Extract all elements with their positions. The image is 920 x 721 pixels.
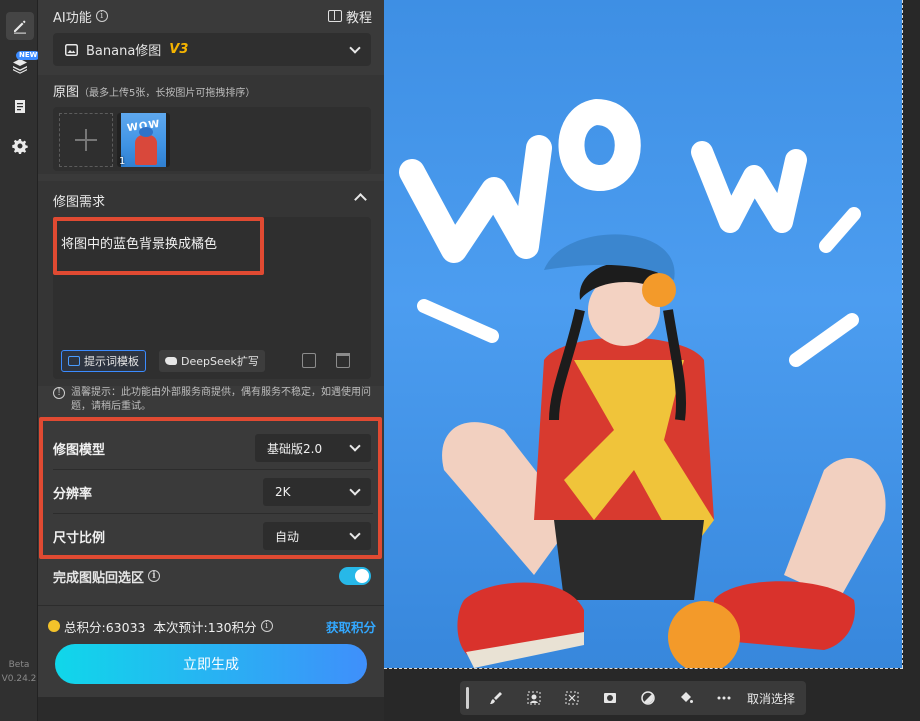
- divider: [38, 605, 384, 606]
- prompt-template-button[interactable]: 提示词模板: [61, 350, 146, 372]
- paste-back-row: 完成图贴回选区 i: [53, 566, 373, 586]
- whale-icon: [165, 357, 177, 365]
- region-select-icon: [565, 691, 579, 705]
- model-version-tag: V3: [169, 42, 189, 57]
- select-region-button[interactable]: [553, 681, 591, 715]
- highlight-box-requirement: [53, 217, 264, 275]
- canvas-image: [384, 0, 902, 668]
- chevron-down-icon: [349, 41, 361, 54]
- selection-border-bottom: [384, 668, 903, 669]
- model-select-value: Banana修图: [86, 44, 162, 59]
- drag-handle[interactable]: [466, 687, 469, 709]
- prompt-template-label: 提示词模板: [84, 355, 139, 368]
- get-credits-link[interactable]: 获取积分: [326, 617, 376, 636]
- subject-select-icon: [527, 691, 541, 705]
- left-toolbar: NEW Beta V0.24.2: [0, 0, 41, 721]
- book-icon: [327, 10, 342, 22]
- image-icon: [65, 43, 78, 56]
- warning-notice: ! 温馨提示：此功能由外部服务商提供，偶有服务不稳定，如遇使用问题，请稍后重试。: [53, 386, 373, 414]
- pencil-icon: [14, 20, 26, 34]
- version-label: Beta: [8, 660, 30, 670]
- canvas-area[interactable]: [384, 0, 920, 721]
- info-icon[interactable]: i: [260, 620, 273, 632]
- gear-icon: [12, 139, 28, 154]
- paint-bucket-icon: [681, 692, 693, 703]
- credits-total: 总积分:63033: [64, 619, 146, 635]
- original-title: 原图: [53, 85, 80, 100]
- tutorial-label: 教程: [345, 10, 372, 26]
- book-open-icon: [68, 356, 80, 366]
- info-icon: !: [53, 387, 65, 399]
- thumbnail-index: 1: [119, 156, 126, 167]
- chevron-up-icon[interactable]: [354, 193, 367, 206]
- brush-icon: [490, 692, 502, 704]
- history-icon[interactable]: [302, 353, 316, 368]
- settings-button[interactable]: [6, 132, 34, 160]
- info-icon[interactable]: i: [95, 10, 108, 22]
- selection-toolbar: 取消选择: [460, 681, 806, 715]
- warning-text: 温馨提示：此功能由外部服务商提供，偶有服务不稳定，如遇使用问题，请稍后重试。: [71, 387, 371, 412]
- layers-icon: [13, 59, 27, 74]
- trash-icon[interactable]: [336, 353, 350, 368]
- paste-back-label: 完成图贴回选区: [53, 570, 145, 586]
- clipboard-icon: [15, 100, 25, 113]
- fill-button[interactable]: [667, 681, 705, 715]
- invert-button[interactable]: [629, 681, 667, 715]
- generate-button[interactable]: 立即生成: [55, 644, 367, 684]
- new-badge: NEW: [16, 51, 41, 60]
- edit-tool-button[interactable]: [6, 12, 34, 40]
- version-number: V0.24.2: [1, 674, 37, 684]
- highlight-box-options: [39, 417, 382, 559]
- thumbnail-image: WOW: [121, 113, 166, 167]
- panel-title: AI功能: [53, 10, 92, 26]
- plus-icon: [75, 129, 97, 151]
- notes-button[interactable]: [6, 92, 34, 120]
- original-heading: 原图（最多上传5张，长按图片可拖拽排序）: [53, 81, 255, 100]
- more-button[interactable]: [705, 681, 743, 715]
- add-image-button[interactable]: [59, 113, 113, 167]
- app-root: NEW Beta V0.24.2 AI功能 i 教程 Banana修图 V3 原…: [0, 0, 920, 721]
- panel-header: AI功能 i 教程: [53, 6, 372, 26]
- coin-icon: [48, 620, 60, 632]
- contrast-icon: [641, 691, 655, 705]
- select-subject-button[interactable]: [515, 681, 553, 715]
- requirement-title: 修图需求: [53, 195, 106, 210]
- model-select[interactable]: Banana修图 V3: [53, 33, 371, 66]
- original-hint: （最多上传5张，长按图片可拖拽排序）: [79, 88, 256, 99]
- credits-row: 总积分:63033 本次预计:130积分 i 获取积分: [48, 617, 376, 635]
- selection-border-right: [902, 0, 903, 668]
- more-icon: [717, 696, 731, 700]
- tutorial-link[interactable]: 教程: [327, 7, 372, 26]
- mask-button[interactable]: [591, 681, 629, 715]
- photo-illustration: [399, 99, 886, 668]
- upload-area: WOW 1: [53, 107, 371, 171]
- mask-icon: [604, 693, 616, 703]
- paste-back-toggle[interactable]: [339, 567, 371, 585]
- brush-tool-button[interactable]: [477, 681, 515, 715]
- deepseek-label: DeepSeek扩写: [181, 355, 259, 368]
- ai-panel: AI功能 i 教程 Banana修图 V3 原图（最多上传5张，长按图片可拖拽排…: [38, 0, 384, 697]
- deepseek-expand-button[interactable]: DeepSeek扩写: [159, 350, 265, 372]
- image-thumbnail[interactable]: WOW 1: [117, 113, 170, 167]
- info-icon[interactable]: i: [148, 570, 161, 582]
- thumbnail-figure: [135, 127, 157, 165]
- cancel-selection-button[interactable]: 取消选择: [747, 690, 795, 707]
- credits-estimate: 本次预计:130积分: [153, 619, 257, 635]
